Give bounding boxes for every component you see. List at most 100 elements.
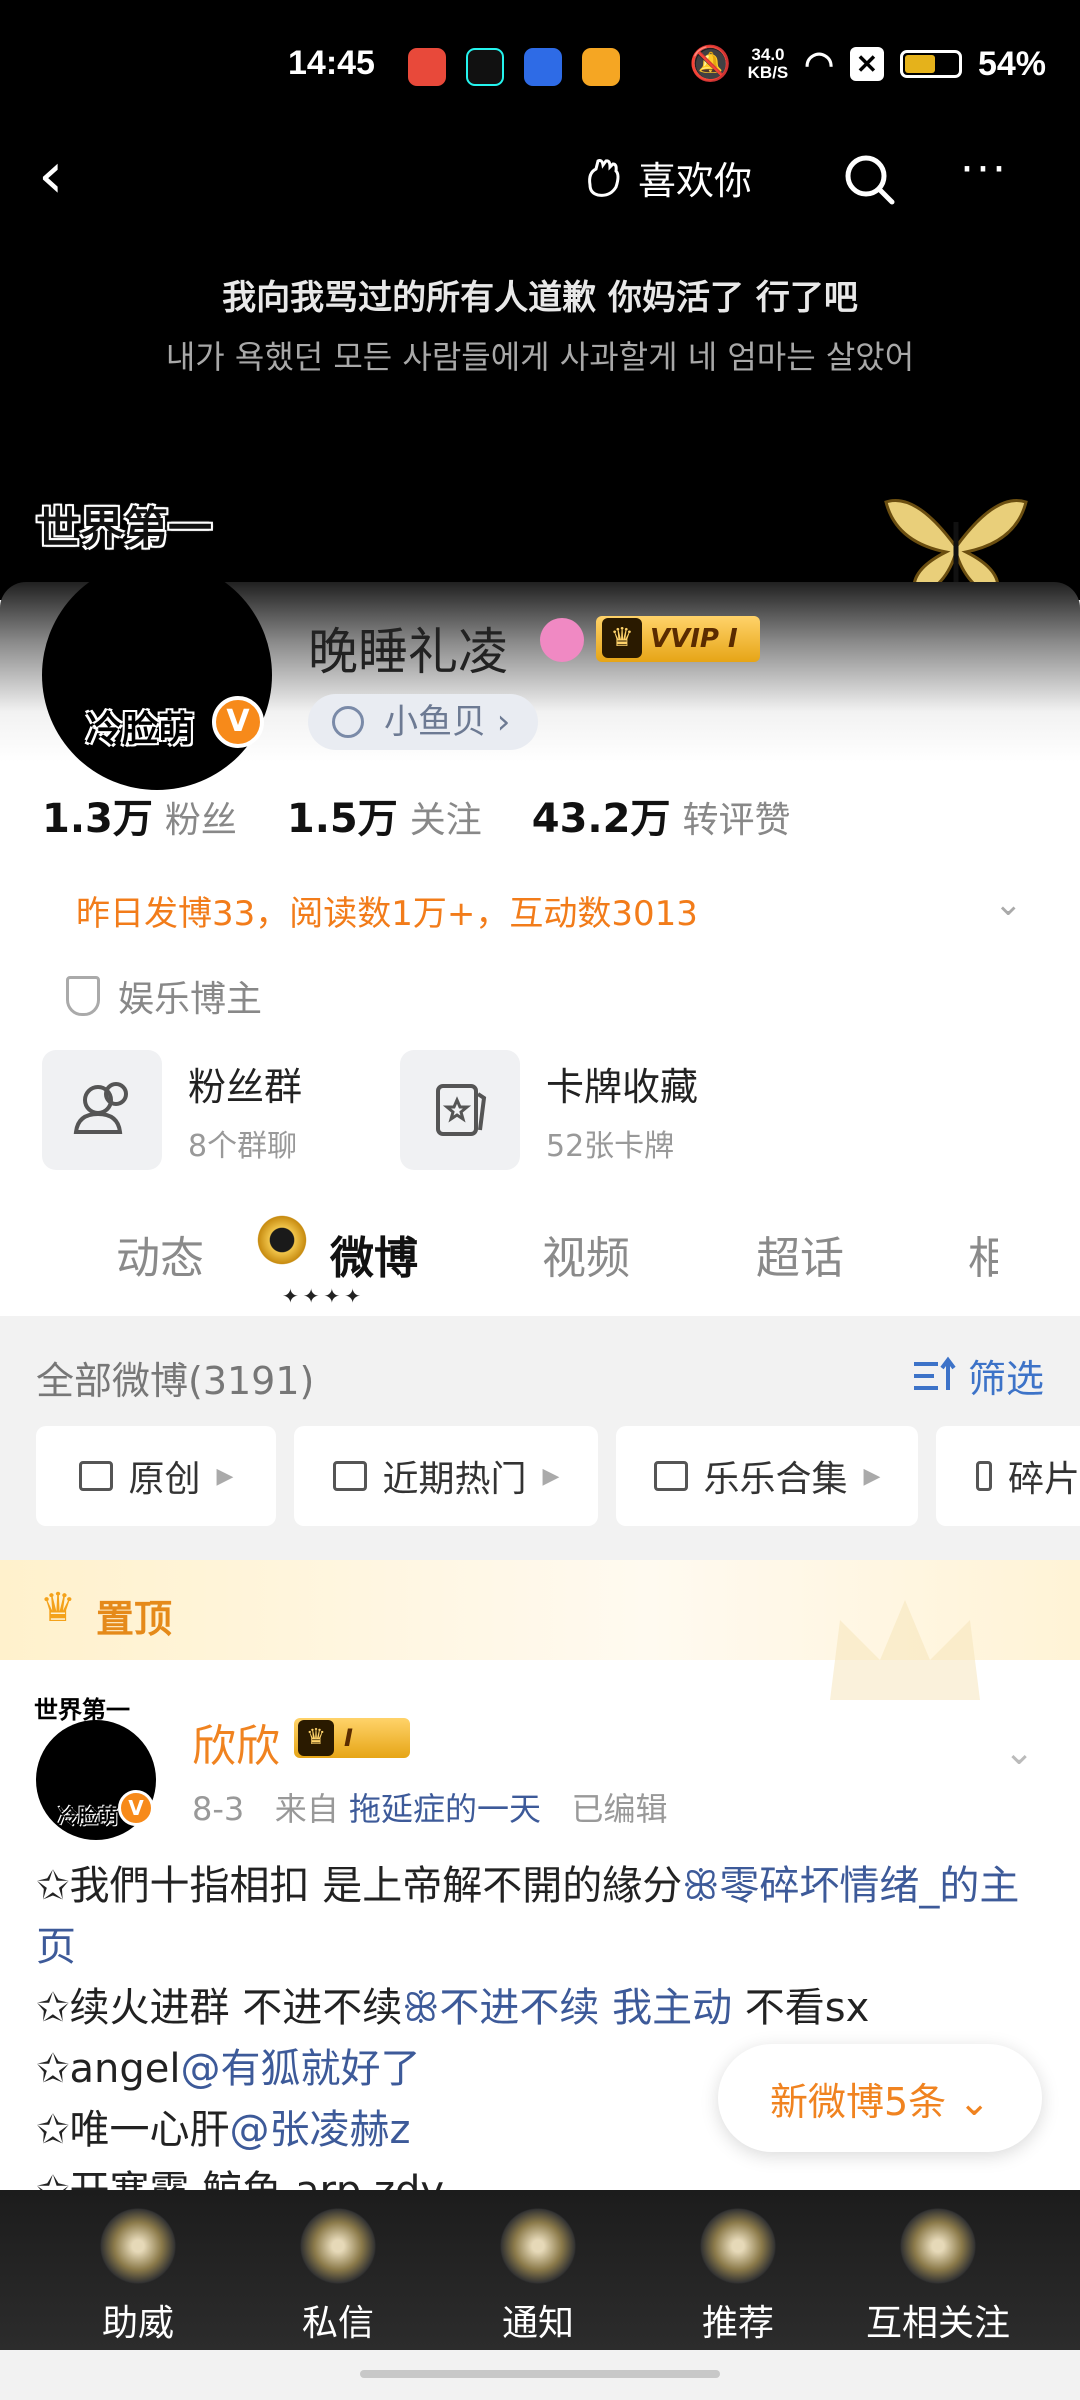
stat-label: 转评赞 [682, 800, 791, 841]
tab-album[interactable]: 相 [968, 1222, 998, 1286]
stat-value: 1.3万 [42, 796, 153, 842]
line-text: ✩angel [36, 2046, 181, 2092]
layers-icon [332, 1461, 367, 1491]
wifi-icon: ◠ [804, 45, 834, 83]
tab-dynamics[interactable]: 动态 [116, 1222, 204, 1286]
post-line: ✩开寒露 鲸鱼 arp zdy [36, 2161, 1046, 2191]
baidu-app-icon [524, 48, 562, 86]
post-from-label: 来自 [274, 1790, 339, 1828]
group-icon [42, 1050, 162, 1170]
vvip-label: VVIP I [650, 624, 738, 654]
tile-title: 粉丝群 [188, 1064, 303, 1109]
line-text: ✩唯一心肝 [36, 2107, 230, 2153]
tab-supertopic[interactable]: 超话 [756, 1222, 844, 1286]
layers-icon [78, 1461, 113, 1491]
vvip-badge[interactable]: ♛ VVIP I [596, 616, 760, 662]
mention-link[interactable]: @张凌赫z [230, 2107, 411, 2153]
stat-interactions[interactable]: 43.2万 转评赞 [532, 786, 791, 844]
profile-name: 晚睡礼凌 [308, 623, 508, 681]
avatar[interactable] [42, 560, 272, 790]
chevron-down-icon[interactable]: ⌄ [1004, 1732, 1044, 1773]
crown-watermark-icon [830, 1600, 980, 1700]
stat-value: 43.2万 [531, 796, 671, 842]
bottom-nav-label: 私信 [301, 2303, 374, 2344]
chip-fragments[interactable]: 碎片 [936, 1426, 1080, 1526]
speed-unit: KB/S [747, 63, 789, 82]
chevron-down-icon[interactable]: ⌄ [994, 884, 1034, 924]
bottom-nav-label: 通知 [501, 2303, 574, 2344]
tiktok-app-icon [466, 48, 504, 86]
banner-text-korean: 내가 욕했던 모든 사람들에게 사과할게 네 엄마는 살았어 [165, 338, 915, 376]
home-indicator[interactable] [360, 2370, 720, 2378]
line-text: ✩我們十指相扣 是上帝解不開的緣分 [36, 1863, 683, 1909]
more-button[interactable]: ··· [960, 148, 1020, 210]
card-icon [400, 1050, 520, 1170]
member-level: I [344, 1724, 353, 1752]
bottom-nav-recommend[interactable]: 推荐 [638, 2190, 838, 2350]
line-text: ✩续火进群 不进不续 [36, 1985, 403, 2031]
bottom-nav-cheer[interactable]: 助威 [38, 2190, 238, 2350]
bottom-nav-label: 助威 [101, 2303, 174, 2344]
post-source-link[interactable]: 拖延症的一天 [349, 1790, 541, 1828]
user-link[interactable]: ꕥ不进不续 我主动 [402, 1985, 732, 2031]
stat-label: 关注 [409, 800, 482, 841]
star-emblem-icon [696, 2204, 780, 2288]
network-speed: 34.0 KB/S [748, 46, 789, 82]
bottom-nav-notifications[interactable]: 通知 [438, 2190, 638, 2350]
category-label: 娱乐博主 [118, 979, 263, 1020]
tab-video[interactable]: 视频 [542, 1222, 630, 1286]
filter-button[interactable]: 筛选 [912, 1348, 1044, 1403]
crown-icon: ♛ [40, 1585, 76, 1631]
like-button[interactable]: 喜欢你 [580, 150, 752, 205]
post-line: ✩我們十指相扣 是上帝解不開的緣分ꕥ零碎坏情绪_的主页 [36, 1856, 1046, 1978]
banner-text-chinese: 我向我骂过的所有人道歉 你妈活了 行了吧 [222, 278, 858, 318]
tile-subtitle: 8个群聊 [188, 1128, 298, 1164]
fan-group-tile[interactable]: 粉丝群 8个群聊 [42, 1050, 302, 1170]
shield-icon [66, 976, 100, 1016]
post-author-name[interactable]: 欣欣 [192, 1710, 280, 1774]
tab-weibo[interactable]: 微博 [330, 1222, 418, 1286]
new-posts-button[interactable]: 新微博5条 ⌄ [718, 2044, 1042, 2152]
chip-label: 近期热门 [382, 1459, 527, 1500]
chip-label: 乐乐合集 [703, 1459, 848, 1500]
hand-icon [588, 158, 620, 197]
member-lollipop-icon[interactable] [540, 618, 584, 662]
stat-following[interactable]: 1.5万 关注 [287, 786, 482, 844]
blogger-category: 娱乐博主 [66, 970, 262, 1022]
battery-percent: 54% [977, 44, 1046, 83]
card-collection-tile[interactable]: 卡牌收藏 52张卡牌 [400, 1050, 698, 1170]
member-badge[interactable]: ♛ I [294, 1718, 410, 1758]
sim-off-icon: ✕ [849, 47, 884, 81]
filter-icon [914, 1356, 956, 1390]
status-bar: 14:45 🔕 34.0 KB/S ◠ ✕ 54% [0, 44, 1080, 94]
bottom-nav-label: 互相关注 [865, 2303, 1010, 2344]
post-avatar-sticker-top: 世界第一 [34, 1696, 130, 1724]
avatar-sticker-text: 冷脸萌 [86, 709, 195, 750]
bottom-nav-messages[interactable]: 私信 [238, 2190, 438, 2350]
chip-original[interactable]: 原创 ▶ [36, 1426, 276, 1526]
daily-summary: 昨日发博33，阅读数1万+，互动数3013 [76, 894, 698, 934]
status-right: 🔕 34.0 KB/S ◠ ✕ 54% [689, 44, 1046, 84]
chip-recent-hot[interactable]: 近期热门 ▶ [294, 1426, 598, 1526]
bottom-nav-bar: 助威 私信 通知 推荐 互相关注 [0, 2190, 1080, 2350]
profile-stats: 1.3万 粉丝 1.5万 关注 43.2万 转评赞 [42, 786, 790, 844]
heart-emblem-icon [96, 2204, 180, 2288]
cross-emblem-icon [296, 2204, 380, 2288]
stat-followers[interactable]: 1.3万 粉丝 [42, 786, 237, 844]
speed-value: 34.0 [751, 45, 785, 64]
profile-tabs: 动态 微博 视频 超话 相 [0, 1212, 1080, 1312]
bottom-nav-mutual-follow[interactable]: 互相关注 [838, 2190, 1038, 2350]
mention-link[interactable]: @有狐就好了 [181, 2046, 421, 2092]
stars-decoration-icon: ✦✦✦✦ [282, 1284, 366, 1308]
battery-icon [899, 50, 962, 78]
fish-shell-button[interactable]: 小鱼贝 › [308, 694, 539, 750]
chip-lele-collection[interactable]: 乐乐合集 ▶ [616, 1426, 918, 1526]
back-button[interactable]: ‹ [38, 144, 98, 210]
profile-header-banner: 14:45 🔕 34.0 KB/S ◠ ✕ 54% ‹ 喜欢你 ··· 我向我骂… [0, 0, 1080, 600]
search-icon[interactable] [840, 150, 900, 210]
verified-badge-icon: V [118, 1790, 154, 1826]
line-text: ✩开寒露 鲸鱼 arp zdy [36, 2168, 445, 2191]
post-date: 8-3 [192, 1790, 245, 1828]
stat-label: 粉丝 [164, 800, 237, 841]
post-avatar-sticker-bottom: 冷脸萌 [58, 1804, 118, 1828]
